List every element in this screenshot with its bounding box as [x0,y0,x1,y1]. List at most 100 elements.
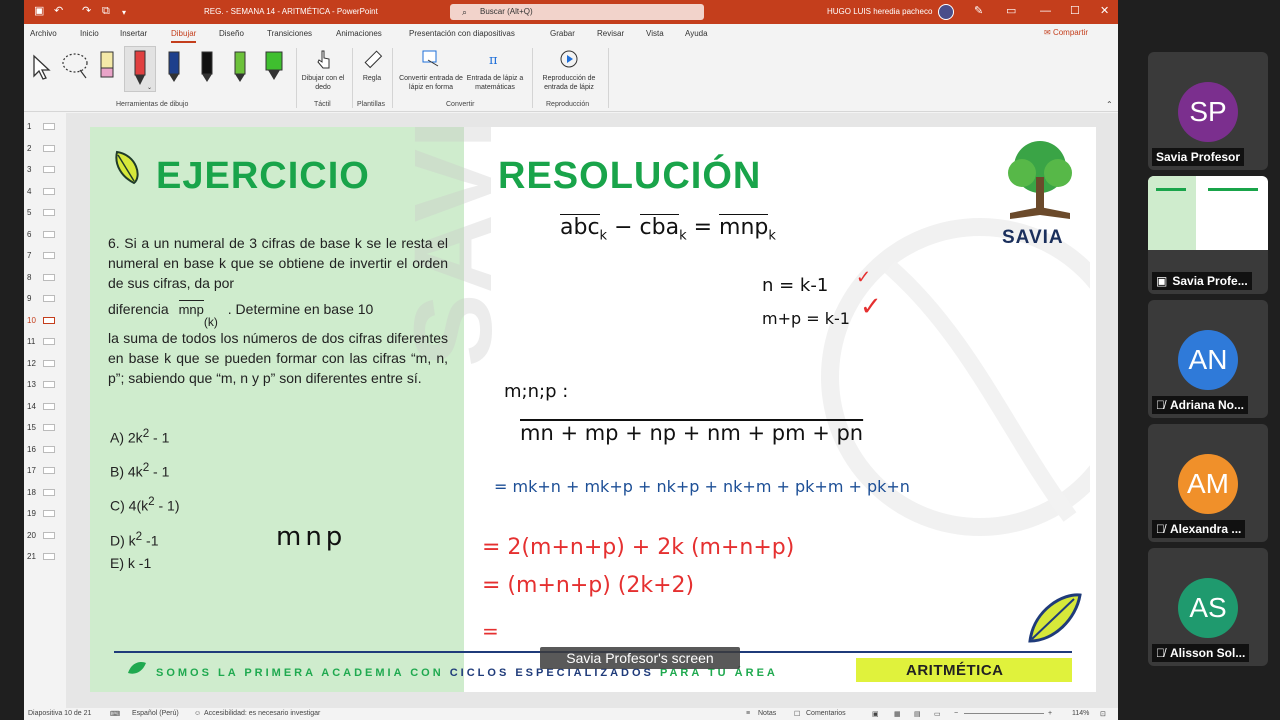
slide[interactable]: SAVIA EJERCICIO RESOLUCIÓN 6. Si a un nu… [90,127,1096,692]
undo-icon[interactable]: ↶ [54,5,63,17]
status-language[interactable]: Español (Perú) [132,710,179,717]
zoom-out-icon[interactable]: − [954,710,958,717]
status-accessibility[interactable]: Accesibilidad: es necesario investigar [204,710,320,717]
highlighter-icon[interactable] [262,48,286,86]
status-zoom[interactable]: 114% [1072,710,1089,717]
tab-dibujar[interactable]: Dibujar [171,29,197,43]
slide-mini-preview [43,273,55,281]
slide-thumbnail[interactable]: 15 [24,418,64,438]
option-a: A) 2k2 - 1 [110,427,169,446]
participant-tile[interactable]: AN 🎙̸ Adriana No... [1148,300,1268,418]
zoom-slider[interactable] [964,713,1044,714]
option-rest: - 1 [149,429,170,446]
tab-vista[interactable]: Vista [646,29,664,38]
touch-draw-icon[interactable] [314,48,332,70]
tab-transiciones[interactable]: Transiciones [267,29,312,38]
slide-thumbnail[interactable]: 14 [24,397,64,417]
ribbon-display-icon[interactable]: ▭ [1006,4,1016,18]
tab-grabar[interactable]: Grabar [550,29,575,38]
ink-to-math-icon[interactable]: π [486,48,508,70]
close-icon[interactable]: ✕ [1100,4,1109,18]
slide-thumbnail[interactable]: 4 [24,182,64,202]
slide-thumbnail[interactable]: 6 [24,225,64,245]
ruler-icon[interactable] [362,48,384,72]
participant-tile[interactable]: AS 🎙̸ Alisson Sol... [1148,548,1268,666]
slide-thumbnail[interactable]: 5 [24,203,64,223]
comments-icon[interactable]: ☐ [794,710,800,718]
ink-replay-icon[interactable] [558,48,580,70]
slide-thumbnail[interactable]: 12 [24,354,64,374]
user-name[interactable]: HUGO LUIS heredia pacheco [827,7,932,16]
btn-ruler[interactable]: Regla [356,74,388,83]
slide-thumbnail[interactable]: 11 [24,332,64,352]
slide-thumbnail[interactable]: 20 [24,526,64,546]
lasso-icon[interactable] [60,48,90,82]
zoom-in-icon[interactable]: + [1048,710,1052,717]
pen-icon[interactable]: ✎ [974,4,983,18]
search-box[interactable]: ⌕ Buscar (Alt+Q) [450,4,704,20]
user-avatar[interactable] [938,4,954,20]
maximize-icon[interactable]: ☐ [1070,4,1080,18]
tab-insertar[interactable]: Insertar [120,29,147,38]
ink-note: m;n;p : [504,381,569,402]
slideshow-view-icon[interactable]: ▭ [934,710,941,718]
minimize-icon[interactable]: — [1040,4,1051,18]
normal-view-icon[interactable]: ▣ [872,710,879,718]
slide-thumbnail[interactable]: 16 [24,440,64,460]
select-cursor-icon[interactable] [30,48,52,82]
slide-number: 4 [27,186,32,196]
slide-thumbnail[interactable]: 10 [24,311,64,331]
savia-logo-text: SAVIA [1002,227,1064,248]
tab-presentacion[interactable]: Presentación con diapositivas [409,29,515,38]
slide-thumbnail[interactable]: 17 [24,461,64,481]
tab-diseno[interactable]: Diseño [219,29,244,38]
participant-tile[interactable]: SP Savia Profesor [1148,52,1268,170]
slide-number: 11 [27,337,36,346]
language-icon[interactable]: ⌨ [110,710,120,718]
blue-pen-icon[interactable] [165,48,183,86]
fit-slide-icon[interactable]: ⊡ [1100,710,1106,718]
participant-tile[interactable]: AM 🎙̸ Alexandra ... [1148,424,1268,542]
slide-thumbnail[interactable]: 13 [24,375,64,395]
collapse-ribbon-icon[interactable]: ⌃ [1106,100,1113,109]
black-pen-icon[interactable] [198,48,216,86]
slide-number: 12 [27,358,36,368]
tab-revisar[interactable]: Revisar [597,29,624,38]
accessibility-icon[interactable]: ☺ [194,710,201,717]
status-notes[interactable]: Notas [758,710,776,717]
red-pen-selected[interactable]: ⌄ [124,46,156,92]
eraser-icon[interactable] [98,48,116,84]
customize-toolbar-icon[interactable]: ▾ [122,7,126,19]
slide-thumbnail[interactable]: 8 [24,268,64,288]
participant-tile-screen[interactable]: ▣ Savia Profe... [1148,176,1268,294]
slide-thumbnail[interactable]: 19 [24,504,64,524]
slide-thumbnail[interactable]: 2 [24,139,64,159]
slide-thumbnail[interactable]: 3 [24,160,64,180]
tab-ayuda[interactable]: Ayuda [685,29,708,38]
slide-thumbnail[interactable]: 7 [24,246,64,266]
meeting-window: ▣ ↶ ↷ ⧉ ▾ REG. - SEMANA 14 - ARITMÉTICA … [0,0,1280,720]
slide-thumbnail[interactable]: 9 [24,289,64,309]
autosave-icon[interactable]: ▣ [34,5,44,17]
status-comments[interactable]: Comentarios [806,710,846,717]
btn-ink-replay[interactable]: Reproducción de entrada de lápiz [536,74,602,92]
tab-inicio[interactable]: Inicio [80,29,99,38]
present-icon[interactable]: ⧉ [102,5,110,17]
btn-ink-to-shape[interactable]: Convertir entrada de lápiz en forma [396,74,466,92]
redo-icon[interactable]: ↷ [82,5,91,17]
tab-animaciones[interactable]: Animaciones [336,29,382,38]
btn-draw-finger[interactable]: Dibujar con el dedo [300,74,346,92]
notes-icon[interactable]: ≡ [746,710,750,717]
ink-to-shape-icon[interactable] [420,48,442,70]
slide-thumbnail[interactable]: 21 [24,547,64,567]
sorter-view-icon[interactable]: ▦ [894,710,901,718]
slide-thumbnail[interactable]: 1 [24,117,64,137]
ink-line-c: = [482,619,499,643]
reading-view-icon[interactable]: ▤ [914,710,921,718]
slide-thumbnail[interactable]: 18 [24,483,64,503]
btn-ink-to-math[interactable]: Entrada de lápiz a matemáticas [464,74,526,92]
share-button[interactable]: ✉ Compartir [1044,28,1088,37]
green-pen-icon[interactable] [231,48,249,86]
tab-archivo[interactable]: Archivo [30,29,57,38]
participant-name-text: Adriana No... [1170,398,1245,412]
